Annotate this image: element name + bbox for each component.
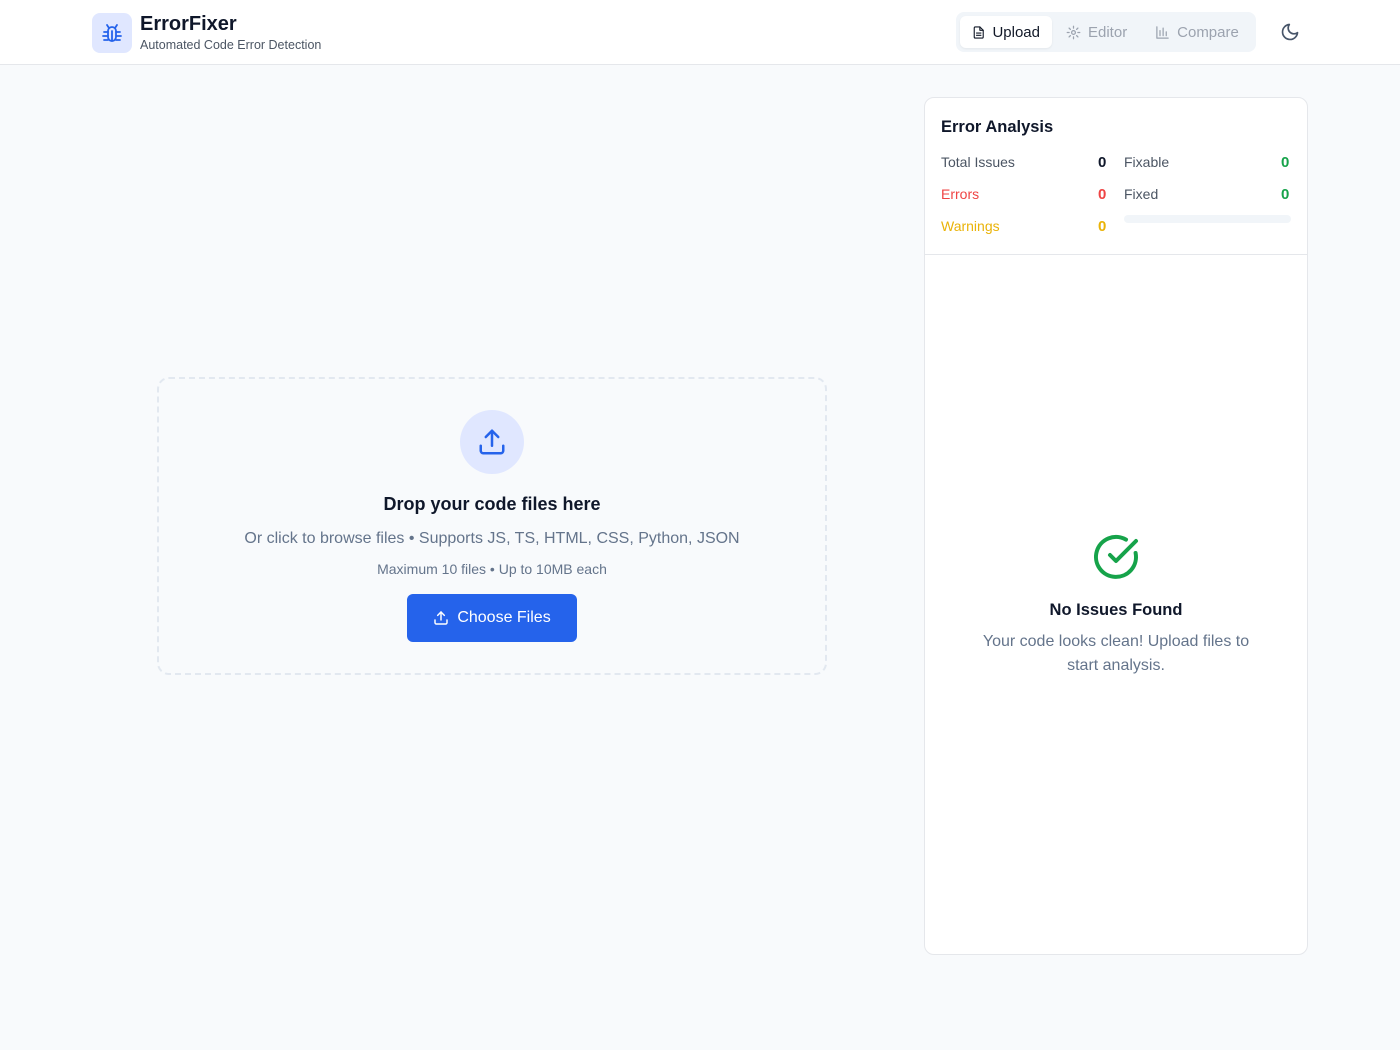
stat-errors: Errors 0	[941, 186, 1106, 204]
empty-state-title: No Issues Found	[1049, 601, 1183, 619]
fix-progress-bar	[1124, 215, 1291, 223]
gear-icon	[1066, 25, 1081, 39]
upload-icon	[460, 410, 524, 474]
bug-icon	[92, 12, 132, 53]
error-analysis-panel: Error Analysis Total Issues 0 Errors 0 W…	[924, 97, 1308, 955]
stat-warnings-label: Warnings	[941, 218, 1000, 234]
tab-editor-label: Editor	[1088, 23, 1128, 41]
stat-fixed-label: Fixed	[1124, 186, 1159, 202]
stat-fixed-value: 0	[1281, 186, 1290, 203]
stat-fixable-label: Fixable	[1124, 154, 1170, 170]
dropzone-description: Or click to browse files • Supports JS, …	[244, 530, 740, 547]
stat-fixed: Fixed 0	[1124, 186, 1289, 204]
stat-fixable: Fixable 0	[1124, 154, 1289, 172]
empty-state-description: Your code looks clean! Upload files to s…	[982, 633, 1250, 674]
theme-toggle-button[interactable]	[1274, 16, 1306, 48]
stat-errors-label: Errors	[941, 186, 980, 202]
tab-compare-label: Compare	[1177, 23, 1239, 41]
check-circle-icon	[1094, 534, 1138, 579]
stat-total-label: Total Issues	[941, 154, 1015, 170]
brand: ErrorFixer Automated Code Error Detectio…	[92, 12, 321, 53]
stat-warnings: Warnings 0	[941, 218, 1106, 236]
stat-fixable-value: 0	[1281, 154, 1290, 171]
main-nav: Upload Editor Compare	[956, 12, 1256, 52]
analysis-title: Error Analysis	[941, 118, 1054, 136]
app-header: ErrorFixer Automated Code Error Detectio…	[0, 0, 1400, 65]
moon-icon	[1281, 23, 1299, 41]
dropzone-title: Drop your code files here	[383, 494, 601, 514]
file-icon	[973, 25, 984, 39]
empty-state: No Issues Found Your code looks clean! U…	[925, 255, 1307, 955]
upload-icon	[434, 611, 449, 625]
choose-files-button[interactable]: Choose Files	[407, 594, 577, 642]
stat-total-issues: Total Issues 0	[941, 154, 1106, 172]
file-dropzone[interactable]: Drop your code files here Or click to br…	[157, 377, 827, 675]
tab-upload-label: Upload	[992, 23, 1040, 41]
dropzone-limits: Maximum 10 files • Up to 10MB each	[377, 561, 607, 577]
bar-chart-icon	[1156, 25, 1169, 39]
stat-errors-value: 0	[1098, 186, 1107, 203]
tab-compare[interactable]: Compare	[1143, 16, 1252, 48]
app-subtitle: Automated Code Error Detection	[140, 38, 322, 52]
stat-warnings-value: 0	[1098, 218, 1107, 235]
app-title: ErrorFixer	[140, 13, 237, 35]
analysis-summary: Error Analysis Total Issues 0 Errors 0 W…	[925, 98, 1307, 255]
choose-files-label: Choose Files	[457, 609, 551, 626]
tab-editor[interactable]: Editor	[1054, 16, 1141, 48]
stat-total-value: 0	[1098, 154, 1107, 171]
tab-upload[interactable]: Upload	[960, 16, 1052, 48]
